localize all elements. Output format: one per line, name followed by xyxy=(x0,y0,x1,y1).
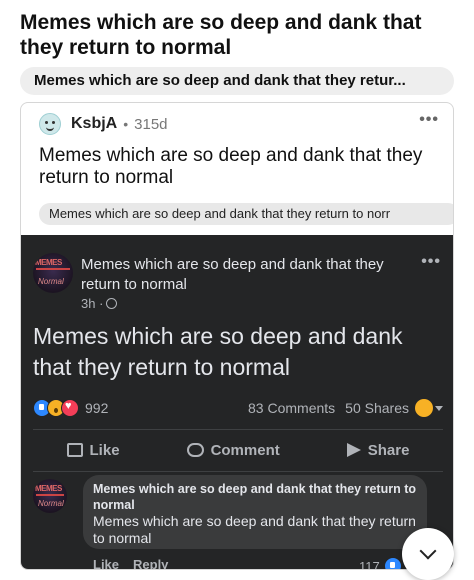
logo-strike-bar xyxy=(36,268,70,270)
logo-text-bottom: Normal xyxy=(38,499,64,508)
link-preview-pill[interactable]: Memes which are so deep and dank that th… xyxy=(20,67,454,95)
chevron-down-icon xyxy=(419,542,437,560)
divider xyxy=(33,471,443,472)
laugh-reaction-icon[interactable] xyxy=(415,399,433,417)
commenter-avatar[interactable]: MEMES Normal xyxy=(33,479,67,513)
logo-text-bottom: Normal xyxy=(38,277,64,286)
reddit-header: KsbjA • 315d xyxy=(39,113,168,135)
post-timestamp: 3h · xyxy=(81,296,118,311)
post-title: Memes which are so deep and dank that th… xyxy=(20,11,422,59)
like-reaction-icon xyxy=(383,557,402,569)
divider xyxy=(33,429,443,430)
reaction-icons[interactable] xyxy=(33,399,79,417)
comment-bubble: Memes which are so deep and dank that th… xyxy=(83,475,427,549)
comment-button[interactable]: Comment xyxy=(186,441,280,459)
timestamp-text: 3h · xyxy=(81,296,104,311)
love-reaction-icon xyxy=(61,399,79,417)
share-button[interactable]: Share xyxy=(346,441,410,459)
reaction-count[interactable]: 992 xyxy=(85,400,108,416)
facebook-post-body: Memes which are so deep and dank that th… xyxy=(33,323,403,380)
share-arrow-icon xyxy=(346,443,361,457)
comment-react-number: 117 xyxy=(359,558,380,570)
page-logo-avatar[interactable]: MEMES Normal xyxy=(33,253,73,293)
facebook-screenshot: MEMES Normal Memes which are so deep and… xyxy=(21,235,453,570)
logo-text-top: MEMES xyxy=(35,258,62,267)
user-avatar-icon[interactable] xyxy=(39,113,61,135)
reaction-summary-row: 992 83 Comments 50 Shares xyxy=(33,397,443,419)
globe-icon xyxy=(106,298,118,309)
like-label: Like xyxy=(89,441,120,459)
comment-text: Memes which are so deep and dank that th… xyxy=(93,513,416,546)
more-options-icon[interactable]: ••• xyxy=(419,111,439,129)
embedded-reddit-card[interactable]: KsbjA • 315d ••• Memes which are so deep… xyxy=(20,102,454,570)
comment-actions: Like Reply xyxy=(93,557,168,569)
logo-text-top: MEMES xyxy=(35,484,62,493)
fb-more-options-icon[interactable]: ••• xyxy=(421,253,441,271)
comment-reaction-count[interactable]: 117 xyxy=(359,557,402,570)
comments-count[interactable]: 83 Comments xyxy=(248,400,335,416)
post-age: 315d xyxy=(134,115,168,133)
thumbs-up-icon xyxy=(66,443,83,457)
facebook-page-name[interactable]: Memes which are so deep and dank that th… xyxy=(81,255,391,295)
caret-down-icon[interactable] xyxy=(435,405,443,411)
share-label: Share xyxy=(367,441,410,459)
separator-dot: • xyxy=(123,116,129,132)
comment-like-link[interactable]: Like xyxy=(93,557,119,569)
scroll-down-button[interactable] xyxy=(402,528,454,580)
like-button[interactable]: Like xyxy=(66,441,120,459)
shares-count[interactable]: 50 Shares xyxy=(345,400,409,416)
commenter-name[interactable]: Memes which are so deep and dank that th… xyxy=(93,481,417,513)
reddit-post-title[interactable]: Memes which are so deep and dank that th… xyxy=(39,145,439,189)
comment-icon xyxy=(186,443,204,457)
comment-reply-link[interactable]: Reply xyxy=(133,557,168,569)
comment-label: Comment xyxy=(210,441,280,459)
reddit-link-pill[interactable]: Memes which are so deep and dank that th… xyxy=(39,203,453,225)
post-action-bar: Like Comment Share xyxy=(33,435,443,465)
logo-strike-bar xyxy=(36,494,64,496)
reddit-username[interactable]: KsbjA xyxy=(71,115,117,133)
